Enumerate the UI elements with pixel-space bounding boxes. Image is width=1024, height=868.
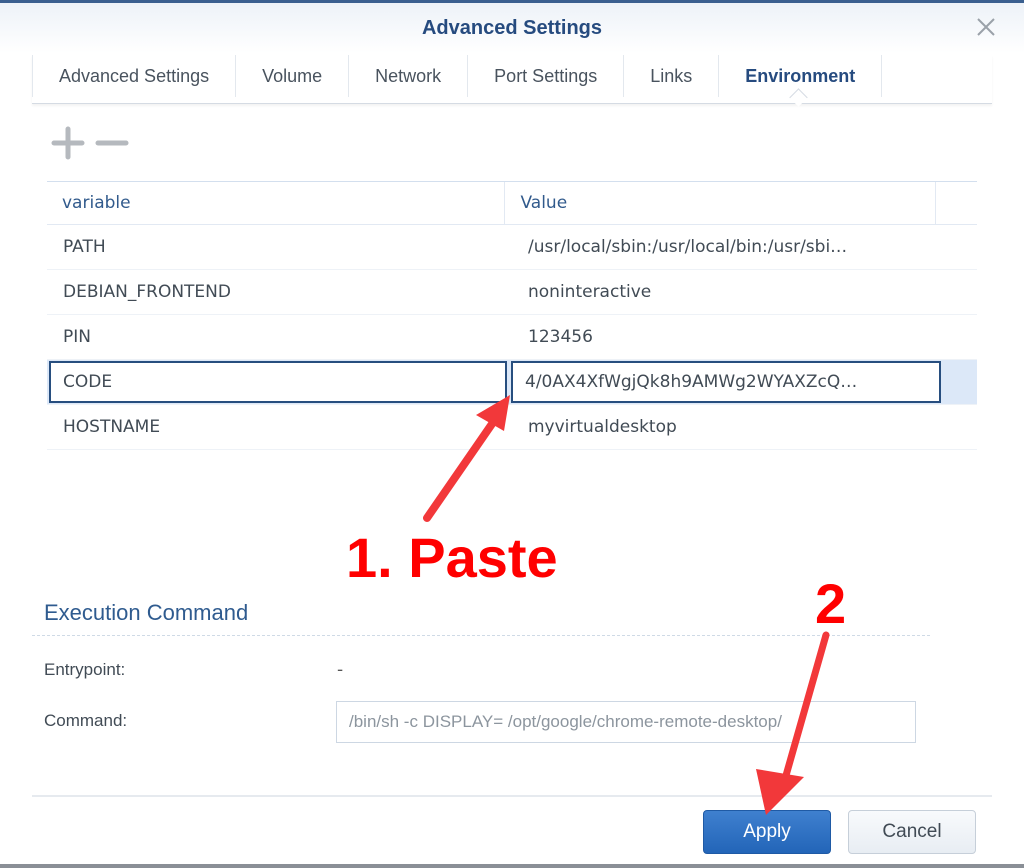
plus-icon [51,126,85,164]
tab-links[interactable]: Links [623,55,718,97]
annotation-step-1: 1. Paste [346,526,558,589]
value-cell[interactable]: /usr/local/sbin:/usr/local/bin:/usr/sbi… [513,225,949,269]
row-spacer [943,360,971,404]
dialog-title: Advanced Settings [421,17,603,39]
env-toolbar [50,126,130,164]
variable-cell[interactable]: HOSTNAME [47,405,513,449]
execution-command-heading: Execution Command [44,600,249,625]
command-label: Command: [44,711,128,730]
row-spacer [949,315,977,359]
value-cell[interactable]: noninteractive [513,270,949,314]
variable-cell[interactable]: PATH [47,225,513,269]
remove-variable-button[interactable] [94,127,130,163]
environment-table: variable Value PATH /usr/local/sbin:/usr… [47,181,977,450]
table-header: variable Value [47,182,977,225]
table-row[interactable]: PATH /usr/local/sbin:/usr/local/bin:/usr… [47,225,977,270]
cancel-button[interactable]: Cancel [848,810,976,854]
command-field[interactable]: /bin/sh -c DISPLAY= /opt/google/chrome-r… [336,701,916,743]
tab-advanced-settings[interactable]: Advanced Settings [32,55,235,97]
table-row[interactable]: DEBIAN_FRONTEND noninteractive [47,270,977,315]
table-row[interactable]: PIN 123456 [47,315,977,360]
row-spacer [949,405,977,449]
minus-icon [95,126,129,164]
row-spacer [949,225,977,269]
variable-cell[interactable]: PIN [47,315,513,359]
dialog-titlebar: Advanced Settings [0,3,1024,53]
table-row-selected[interactable]: CODE 4/0AX4XfWgjQk8h9AMWg2WYAXZcQ… [47,360,977,405]
table-row[interactable]: HOSTNAME myvirtualdesktop [47,405,977,450]
tab-bar: Advanced Settings Volume Network Port Se… [32,55,992,104]
entrypoint-label: Entrypoint: [44,660,126,679]
tab-port-settings[interactable]: Port Settings [467,55,623,97]
add-variable-button[interactable] [50,126,86,164]
apply-button[interactable]: Apply [703,810,831,854]
tab-volume[interactable]: Volume [235,55,348,97]
close-icon[interactable] [974,15,998,39]
value-input[interactable]: 4/0AX4XfWgjQk8h9AMWg2WYAXZcQ… [511,361,941,403]
entrypoint-value: - [337,660,344,680]
section-divider [32,635,930,636]
column-header-variable[interactable]: variable [47,182,504,224]
variable-cell[interactable]: DEBIAN_FRONTEND [47,270,513,314]
variable-input[interactable]: CODE [49,361,507,403]
value-cell[interactable]: 123456 [513,315,949,359]
row-spacer [949,270,977,314]
footer-divider [32,795,992,797]
column-header-value[interactable]: Value [504,182,937,224]
column-header-spacer [936,182,977,224]
tab-environment[interactable]: Environment [718,55,883,97]
advanced-settings-dialog: Advanced Settings Advanced Settings Volu… [0,0,1024,868]
tab-network[interactable]: Network [348,55,467,97]
value-cell[interactable]: myvirtualdesktop [513,405,949,449]
annotation-step-2: 2 [815,572,847,635]
